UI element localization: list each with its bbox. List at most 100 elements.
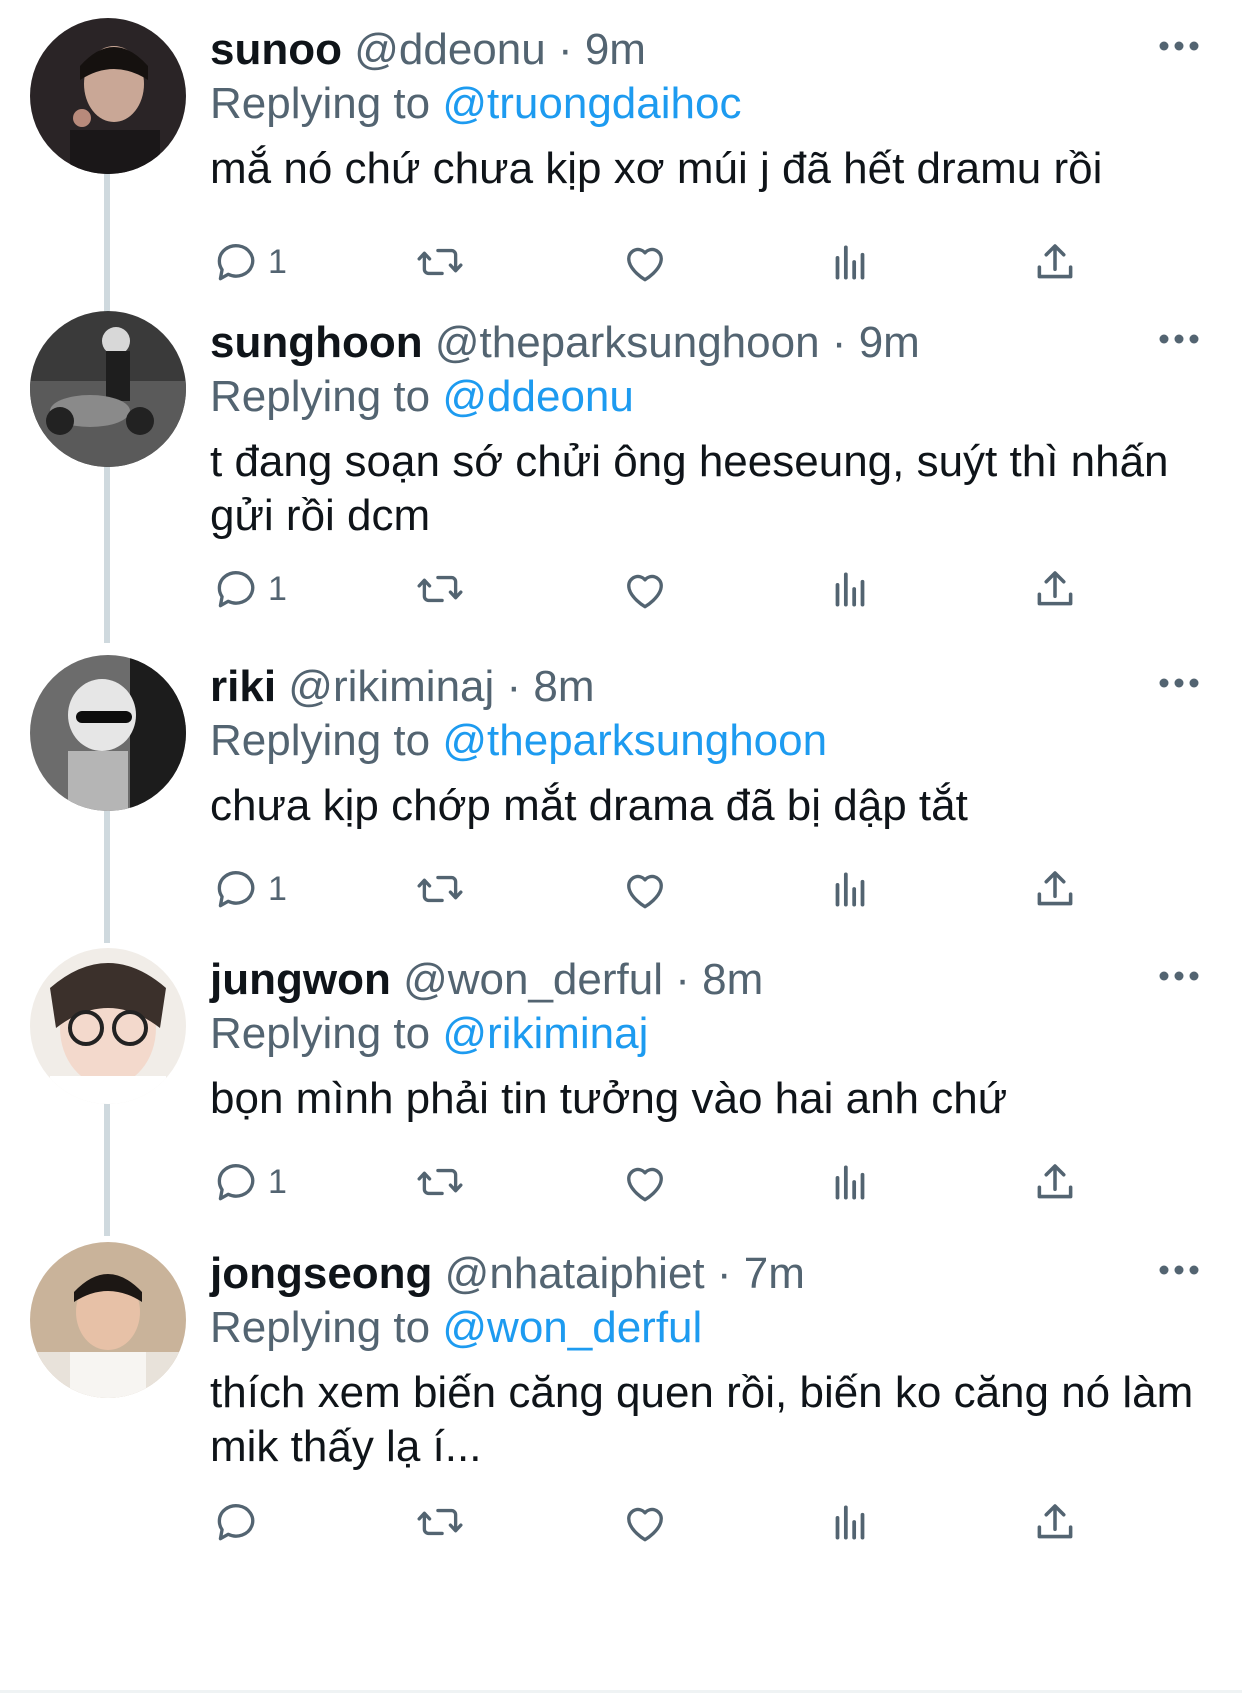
views-button[interactable]: [825, 559, 875, 619]
replying-to: Replying to @ddeonu: [210, 369, 634, 425]
replying-to: Replying to @truongdaihoc: [210, 76, 741, 132]
retweet-button[interactable]: [415, 1492, 465, 1552]
more-icon[interactable]: [1158, 34, 1200, 58]
display-name[interactable]: sunoo: [210, 25, 342, 74]
tweet[interactable]: riki @rikiminaj · 8m Replying to @thepark…: [0, 637, 1242, 943]
tweet-header: riki @rikiminaj · 8m: [210, 659, 595, 715]
timestamp[interactable]: 9m: [585, 25, 646, 74]
tweet-text: thích xem biến căng quen rồi, biến ko că…: [210, 1368, 1194, 1471]
reply-button[interactable]: [210, 1492, 268, 1552]
replying-to-mention[interactable]: @truongdaihoc: [442, 79, 741, 128]
reply-icon: [210, 1157, 260, 1207]
views-button[interactable]: [825, 859, 875, 919]
more-icon[interactable]: [1158, 671, 1200, 695]
share-icon: [1030, 564, 1080, 614]
display-name[interactable]: jongseong: [210, 1249, 432, 1298]
share-button[interactable]: [1030, 859, 1080, 919]
replying-to-mention[interactable]: @rikiminaj: [442, 1009, 648, 1058]
views-button[interactable]: [825, 1492, 875, 1552]
replying-to-mention[interactable]: @won_derful: [442, 1303, 702, 1352]
like-button[interactable]: [620, 232, 670, 292]
like-button[interactable]: [620, 1152, 670, 1212]
retweet-button[interactable]: [415, 559, 465, 619]
tweet[interactable]: jongseong @nhataiphiet · 7m Replying to @…: [0, 1224, 1242, 1572]
replying-to-label: Replying to: [210, 1009, 431, 1058]
reply-count: 1: [268, 242, 287, 281]
timestamp[interactable]: 7m: [744, 1249, 805, 1298]
share-button[interactable]: [1030, 559, 1080, 619]
like-icon: [620, 1157, 670, 1207]
avatar-photo: [30, 655, 186, 811]
timestamp[interactable]: 8m: [702, 955, 763, 1004]
tweet-text: mắ nó chứ chưa kịp xơ múi j đã hết dramu…: [210, 144, 1103, 193]
tweet[interactable]: sunoo @ddeonu · 9m Replying to @truongdai…: [0, 0, 1242, 318]
replying-to: Replying to @theparksunghoon: [210, 713, 827, 769]
replying-to-mention[interactable]: @theparksunghoon: [442, 716, 827, 765]
avatar-photo: [30, 311, 186, 467]
thread-connector-line: [104, 1102, 110, 1236]
reply-button[interactable]: 1: [210, 1152, 287, 1212]
avatar-photo: [30, 18, 186, 174]
avatar[interactable]: [30, 18, 186, 174]
avatar[interactable]: [30, 655, 186, 811]
more-icon[interactable]: [1158, 327, 1200, 351]
like-button[interactable]: [620, 859, 670, 919]
more-icon[interactable]: [1158, 964, 1200, 988]
retweet-icon: [415, 1157, 465, 1207]
separator-dot: ·: [819, 318, 859, 367]
share-button[interactable]: [1030, 1152, 1080, 1212]
avatar[interactable]: [30, 311, 186, 467]
tweet-text: chưa kịp chớp mắt drama đã bị dập tắt: [210, 781, 968, 830]
user-handle[interactable]: @theparksunghoon: [435, 318, 820, 367]
separator-dot: ·: [494, 662, 534, 711]
reply-button[interactable]: 1: [210, 232, 287, 292]
timestamp[interactable]: 8m: [533, 662, 594, 711]
thread-connector-line: [104, 465, 110, 643]
tweet-header: jongseong @nhataiphiet · 7m: [210, 1246, 805, 1302]
avatar[interactable]: [30, 948, 186, 1104]
tweet-header: jungwon @won_derful · 8m: [210, 952, 763, 1008]
retweet-button[interactable]: [415, 859, 465, 919]
retweet-button[interactable]: [415, 1152, 465, 1212]
avatar[interactable]: [30, 1242, 186, 1398]
more-icon[interactable]: [1158, 1258, 1200, 1282]
display-name[interactable]: riki: [210, 662, 276, 711]
replying-to-label: Replying to: [210, 716, 431, 765]
tweet-actions: [210, 1492, 1130, 1552]
views-button[interactable]: [825, 232, 875, 292]
user-handle[interactable]: @ddeonu: [354, 25, 546, 74]
user-handle[interactable]: @nhataiphiet: [445, 1249, 705, 1298]
divider: [0, 1690, 1242, 1693]
tweet-header: sunghoon @theparksunghoon · 9m: [210, 315, 920, 371]
display-name[interactable]: sunghoon: [210, 318, 423, 367]
retweet-button[interactable]: [415, 232, 465, 292]
replying-to-label: Replying to: [210, 372, 431, 421]
tweet-actions: 1: [210, 559, 1130, 619]
retweet-icon: [415, 864, 465, 914]
views-button[interactable]: [825, 1152, 875, 1212]
reply-button[interactable]: 1: [210, 559, 287, 619]
like-icon: [620, 1497, 670, 1547]
views-icon: [825, 1157, 875, 1207]
user-handle[interactable]: @rikiminaj: [288, 662, 494, 711]
reply-count: 1: [268, 569, 287, 608]
share-icon: [1030, 1157, 1080, 1207]
like-button[interactable]: [620, 1492, 670, 1552]
reply-count: 1: [268, 1162, 287, 1201]
like-button[interactable]: [620, 559, 670, 619]
share-button[interactable]: [1030, 1492, 1080, 1552]
tweet[interactable]: jungwon @won_derful · 8m Replying to @rik…: [0, 930, 1242, 1236]
retweet-icon: [415, 237, 465, 287]
tweet-actions: 1: [210, 1152, 1130, 1212]
views-icon: [825, 1497, 875, 1547]
reply-thread: sunoo @ddeonu · 9m Replying to @truongdai…: [0, 0, 1242, 1699]
user-handle[interactable]: @won_derful: [403, 955, 663, 1004]
replying-to-mention[interactable]: @ddeonu: [442, 372, 634, 421]
tweet[interactable]: sunghoon @theparksunghoon · 9m Replying t…: [0, 293, 1242, 643]
reply-button[interactable]: 1: [210, 859, 287, 919]
display-name[interactable]: jungwon: [210, 955, 391, 1004]
like-icon: [620, 864, 670, 914]
avatar-photo: [30, 948, 186, 1104]
share-button[interactable]: [1030, 232, 1080, 292]
timestamp[interactable]: 9m: [859, 318, 920, 367]
